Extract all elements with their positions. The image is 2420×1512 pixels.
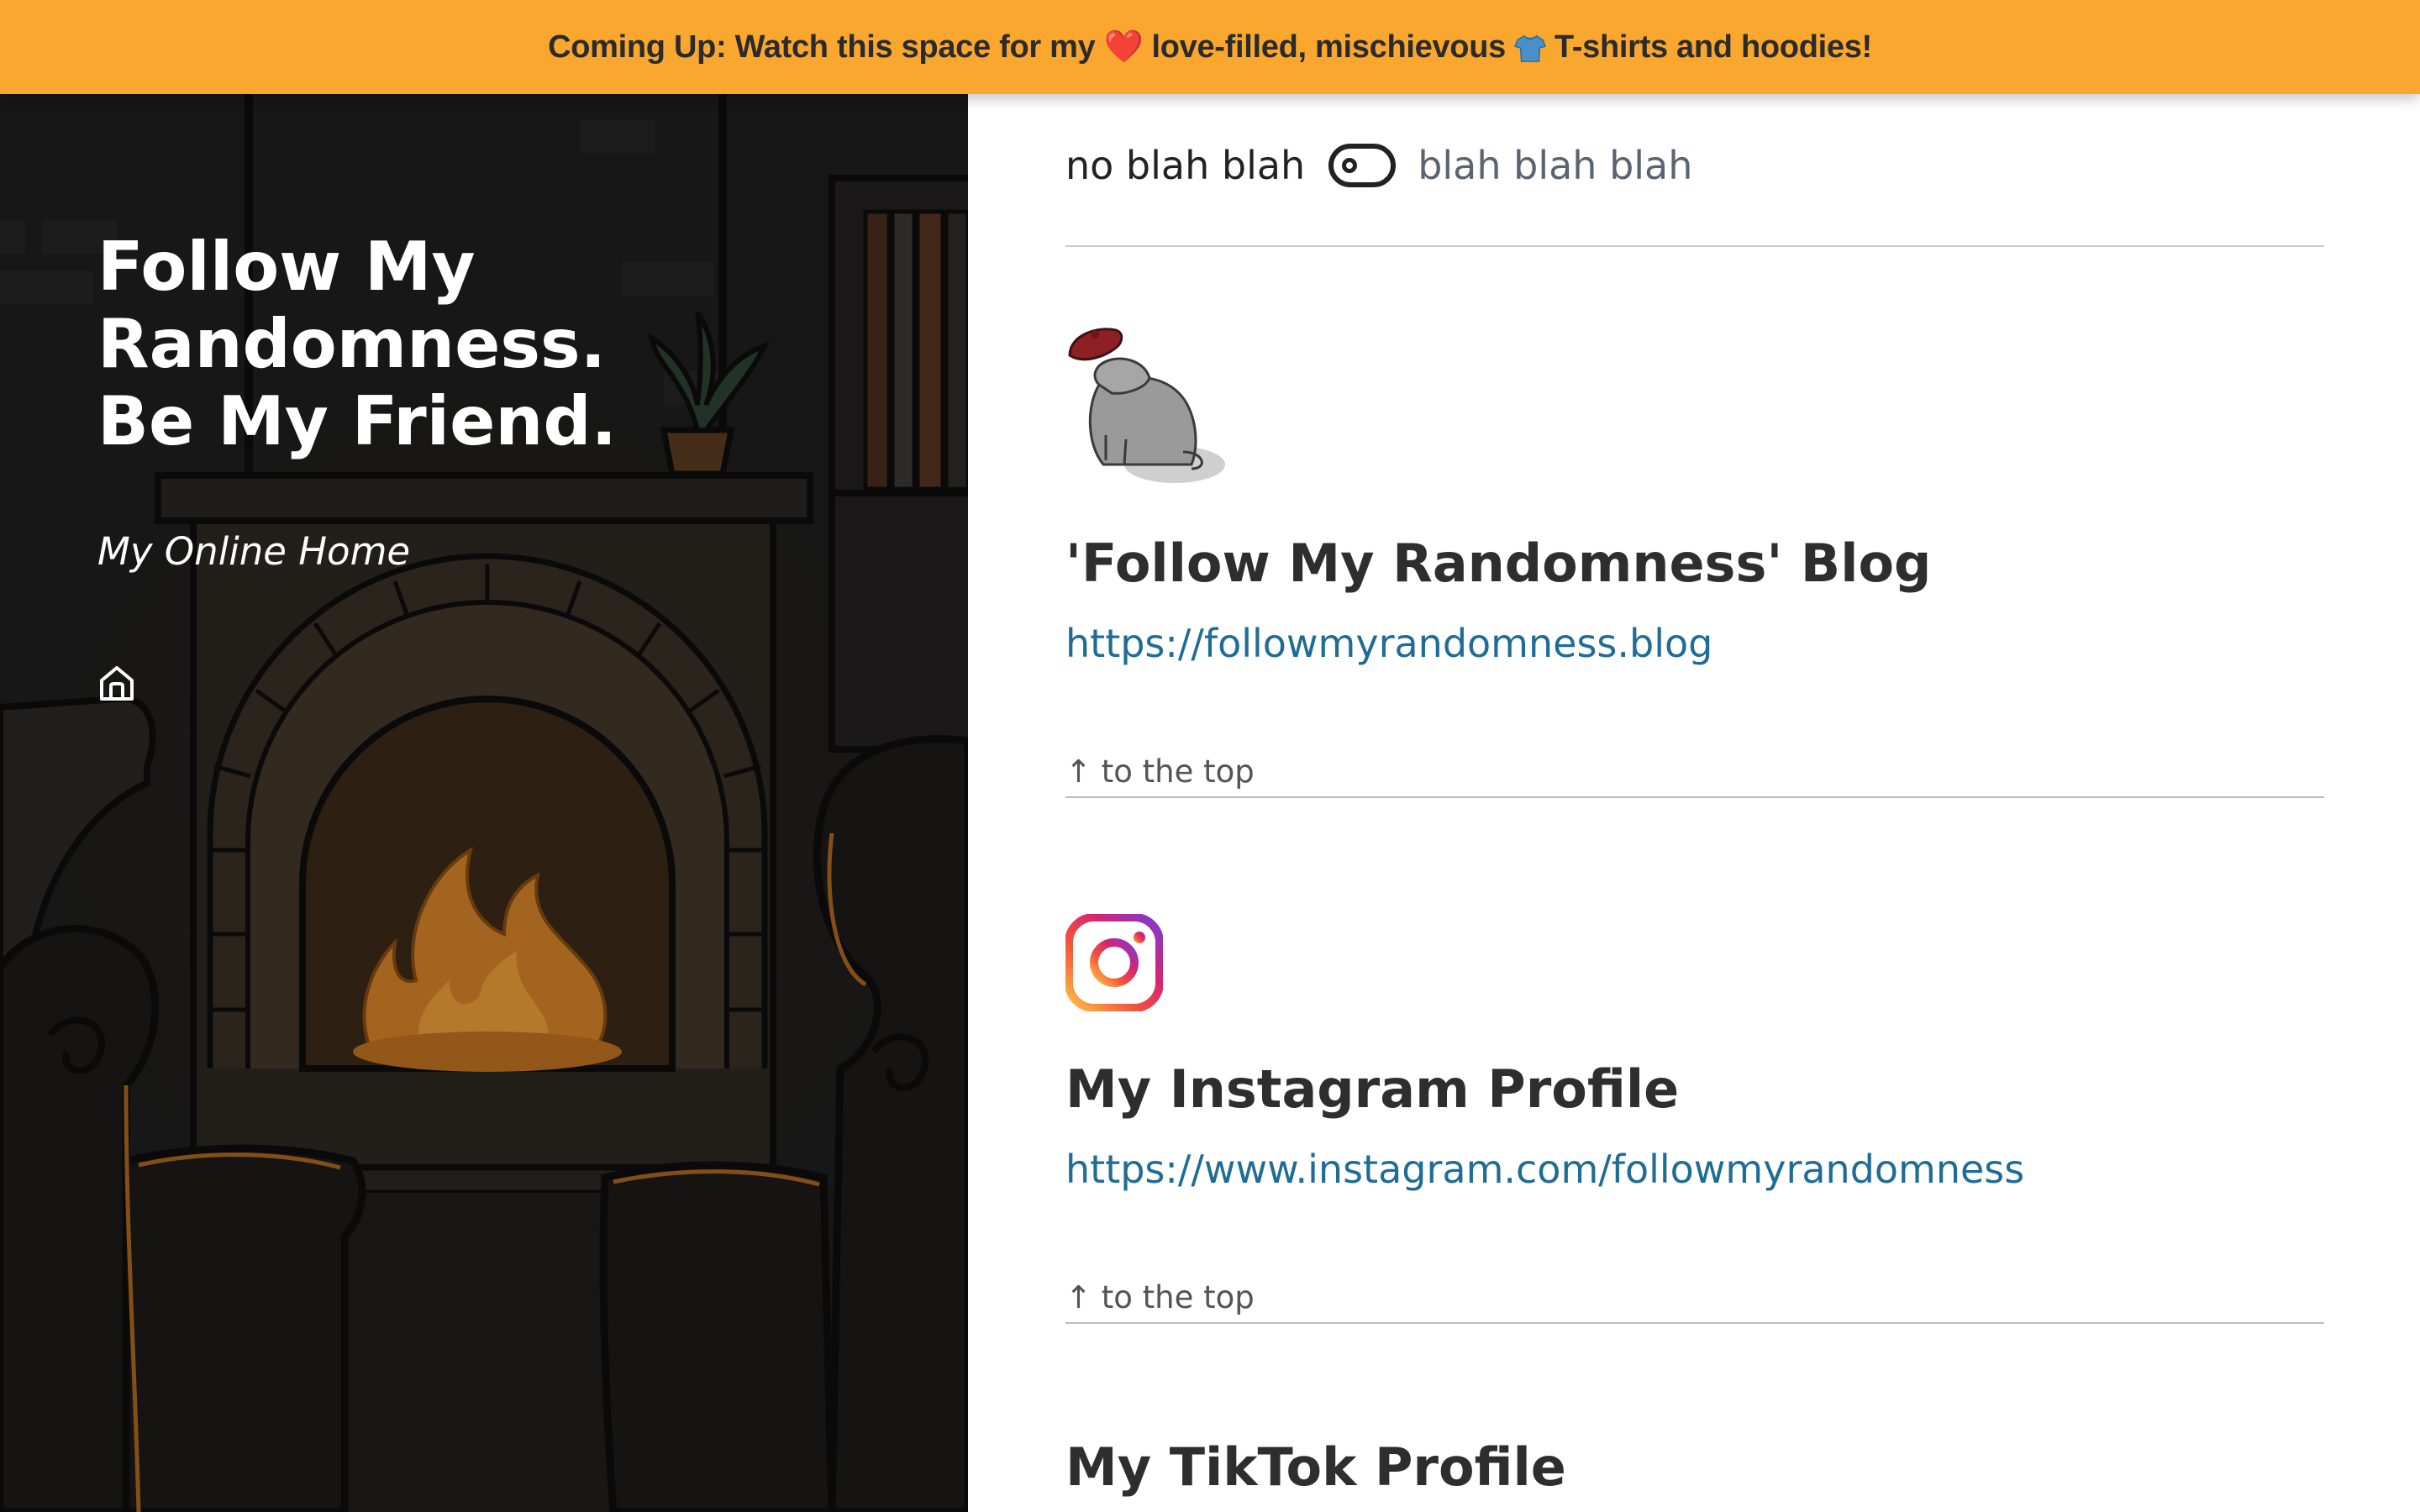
site-tagline: My Online Home: [97, 529, 411, 574]
link-entry-blog: 'Follow My Randomness' Blog https://foll…: [1065, 326, 2324, 798]
tshirt-icon: [1513, 34, 1546, 62]
hero-text: Follow My Randomness. Be My Friend. My O…: [97, 228, 686, 575]
entry-title: My Instagram Profile: [1065, 1058, 1680, 1120]
announcement-banner: Coming Up: Watch this space for my ❤️ lo…: [0, 0, 2420, 94]
to-top-link[interactable]: ↑ to the top: [1065, 1279, 2324, 1315]
hero-panel: Follow My Randomness. Be My Friend. My O…: [0, 94, 968, 1512]
site-title[interactable]: Follow My Randomness. Be My Friend.: [97, 228, 686, 460]
banner-prefix: Coming Up: Watch this space for my: [548, 29, 1096, 65]
home-icon[interactable]: [97, 664, 136, 702]
entry-divider: [1065, 796, 2324, 798]
toggle-on-label[interactable]: blah blah blah: [1418, 143, 1692, 188]
entry-divider: [1065, 1322, 2324, 1324]
verbosity-toggle: no blah blah blah blah blah: [1065, 143, 1692, 188]
toggle-switch[interactable]: [1328, 144, 1397, 187]
entry-url-link[interactable]: https://followmyrandomness.blog: [1065, 621, 2324, 666]
heart-emoji: ❤️: [1103, 29, 1144, 65]
divider: [1065, 245, 2324, 247]
instagram-icon: [1065, 913, 1164, 1012]
toggle-off-label[interactable]: no blah blah: [1065, 143, 1305, 188]
banner-middle: love-filled, mischievous: [1151, 29, 1506, 65]
entry-title: 'Follow My Randomness' Blog: [1065, 533, 1932, 594]
link-entry-instagram: My Instagram Profile https://www.instagr…: [1065, 913, 2324, 1324]
banner-suffix: T-shirts and hoodies!: [1554, 29, 1872, 65]
cat-with-hat-icon: [1068, 328, 1225, 483]
toggle-knob: [1342, 158, 1358, 173]
to-top-link[interactable]: ↑ to the top: [1065, 753, 2324, 790]
link-entry-tiktok: My TikTok Profile: [1065, 1436, 2324, 1498]
entry-url-link[interactable]: https://www.instagram.com/followmyrandom…: [1065, 1147, 2324, 1192]
entry-title: My TikTok Profile: [1065, 1436, 1566, 1498]
